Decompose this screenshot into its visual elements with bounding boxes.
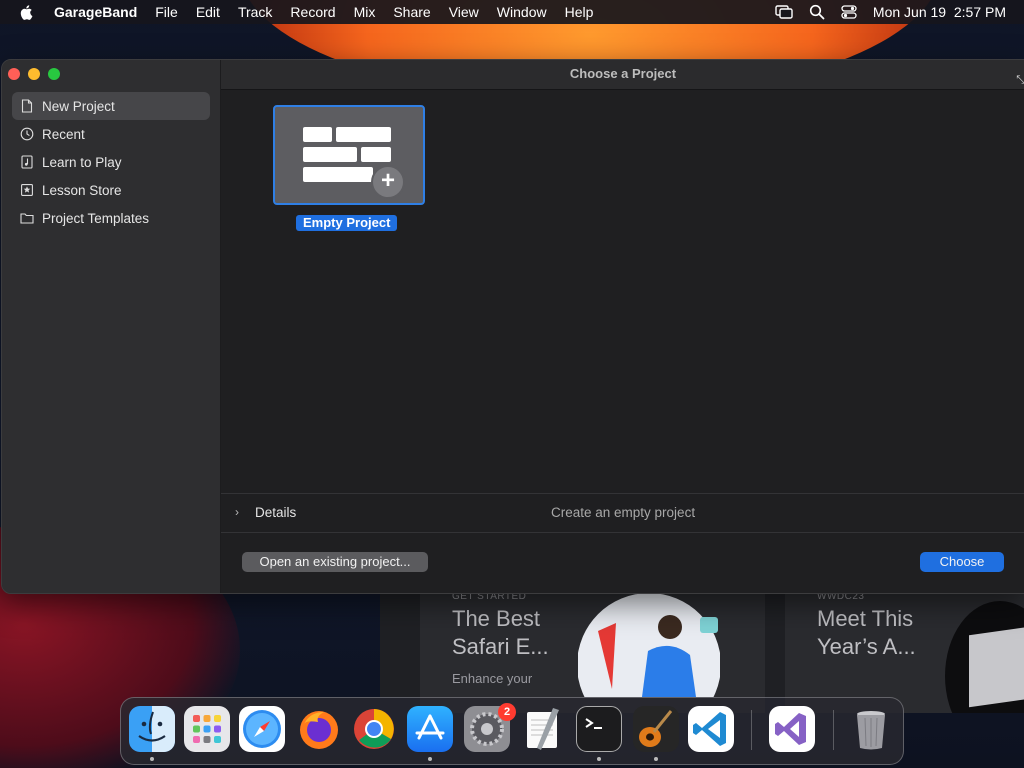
window-close-button[interactable]	[8, 68, 20, 80]
apple-logo-icon[interactable]	[18, 3, 36, 21]
dock-safari[interactable]	[239, 706, 285, 752]
open-existing-project-button[interactable]: Open an existing project...	[242, 552, 428, 572]
menu-bar: GarageBand File Edit Track Record Mix Sh…	[0, 0, 1024, 24]
dock-textedit[interactable]	[519, 706, 565, 752]
dock-separator	[751, 710, 752, 750]
dock-chrome[interactable]	[351, 706, 397, 752]
running-indicator	[597, 757, 601, 761]
sidebar-item-label: Project Templates	[42, 210, 150, 226]
sidebar-item-new-project[interactable]: New Project	[12, 92, 210, 120]
menu-edit[interactable]: Edit	[196, 0, 220, 24]
notification-badge: 2	[498, 703, 516, 721]
textedit-icon	[527, 708, 559, 750]
sidebar: New Project Recent Learn to Play Lesson …	[2, 60, 221, 593]
sidebar-item-learn-to-play[interactable]: Learn to Play	[12, 148, 210, 176]
resize-handle-icon[interactable]: ⤡	[1016, 67, 1024, 94]
menu-share[interactable]: Share	[393, 0, 430, 24]
menu-view[interactable]: View	[449, 0, 479, 24]
sidebar-item-lesson-store[interactable]: Lesson Store	[12, 176, 210, 204]
choose-button[interactable]: Choose	[920, 552, 1004, 572]
app-store-card-wwdc[interactable]: WWDC23 Meet This Year’s A...	[785, 593, 1024, 713]
menubar-clock[interactable]: Mon Jun 19 2:57 PM	[873, 4, 1006, 20]
firefox-icon	[300, 711, 338, 749]
dock-finder[interactable]	[129, 706, 175, 752]
dock-launchpad[interactable]	[184, 706, 230, 752]
template-tile-empty-project[interactable]: +	[273, 105, 425, 205]
window-title: Choose a Project	[569, 66, 677, 81]
running-indicator	[654, 757, 658, 761]
star-icon	[20, 183, 34, 197]
dock: 2	[120, 697, 904, 765]
disclosure-chevron-icon[interactable]: ›	[235, 505, 239, 519]
sidebar-item-recent[interactable]: Recent	[12, 120, 210, 148]
sidebar-item-label: Recent	[42, 126, 85, 142]
dock-app-store[interactable]	[407, 706, 453, 752]
card-kicker: GET STARTED	[452, 593, 527, 602]
details-description: Create an empty project	[551, 505, 696, 520]
dock-visual-studio[interactable]	[769, 706, 815, 752]
dock-vscode[interactable]	[688, 706, 734, 752]
launchpad-icon	[193, 715, 221, 743]
finder-icon	[129, 706, 175, 752]
menu-mix[interactable]: Mix	[354, 0, 376, 24]
vscode-icon	[693, 712, 726, 746]
screen-mirroring-icon[interactable]	[775, 5, 793, 19]
window-minimize-button[interactable]	[28, 68, 40, 80]
dock-firefox[interactable]	[296, 706, 342, 752]
card-device-image	[945, 601, 1024, 713]
music-note-icon	[20, 155, 34, 169]
choose-project-window: New Project Recent Learn to Play Lesson …	[1, 59, 1024, 594]
guitar-icon	[639, 710, 673, 747]
card-illustration	[578, 593, 720, 697]
control-center-icon[interactable]	[841, 5, 857, 19]
terminal-icon	[585, 718, 602, 729]
search-icon[interactable]	[809, 4, 825, 20]
dock-trash[interactable]	[848, 706, 894, 752]
add-icon: +	[371, 165, 405, 199]
clock-icon	[20, 127, 34, 141]
details-toggle[interactable]: Details	[255, 505, 296, 520]
template-label-empty-project[interactable]: Empty Project	[296, 215, 398, 231]
menu-window[interactable]: Window	[497, 0, 547, 24]
running-indicator	[428, 757, 432, 761]
sidebar-item-label: Learn to Play	[42, 154, 122, 170]
sidebar-item-label: New Project	[42, 98, 115, 114]
trash-icon	[857, 711, 885, 750]
sidebar-item-label: Lesson Store	[42, 182, 122, 198]
details-bar: › Details Create an empty project	[221, 493, 1024, 533]
main-content: Choose a Project ⤡ + Empty Project › Det…	[221, 60, 1024, 593]
running-indicator	[150, 757, 154, 761]
sidebar-item-project-templates[interactable]: Project Templates	[12, 204, 210, 232]
chrome-icon	[354, 709, 394, 749]
dock-separator	[833, 710, 834, 750]
app-store-icon	[415, 714, 445, 740]
menu-help[interactable]: Help	[565, 0, 594, 24]
window-titlebar: Choose a Project ⤡	[221, 60, 1024, 90]
folder-icon	[20, 211, 34, 225]
card-kicker: WWDC23	[817, 593, 865, 602]
menu-file[interactable]: File	[155, 0, 178, 24]
safari-icon	[243, 710, 281, 748]
card-headline: The Best Safari E...	[452, 606, 549, 659]
menu-record[interactable]: Record	[290, 0, 335, 24]
menu-track[interactable]: Track	[238, 0, 272, 24]
sidebar-list: New Project Recent Learn to Play Lesson …	[12, 92, 210, 232]
visual-studio-icon	[775, 713, 806, 745]
menu-app-garageband[interactable]: GarageBand	[54, 0, 137, 24]
dock-terminal[interactable]	[576, 706, 622, 752]
dock-garageband[interactable]	[633, 706, 679, 752]
window-zoom-button[interactable]	[48, 68, 60, 80]
app-store-card-safari[interactable]: GET STARTED The Best Safari E... Enhance…	[420, 593, 765, 713]
card-headline: Meet This Year’s A...	[817, 606, 916, 659]
document-icon	[20, 99, 34, 113]
card-subtext: Enhance your	[452, 671, 533, 686]
